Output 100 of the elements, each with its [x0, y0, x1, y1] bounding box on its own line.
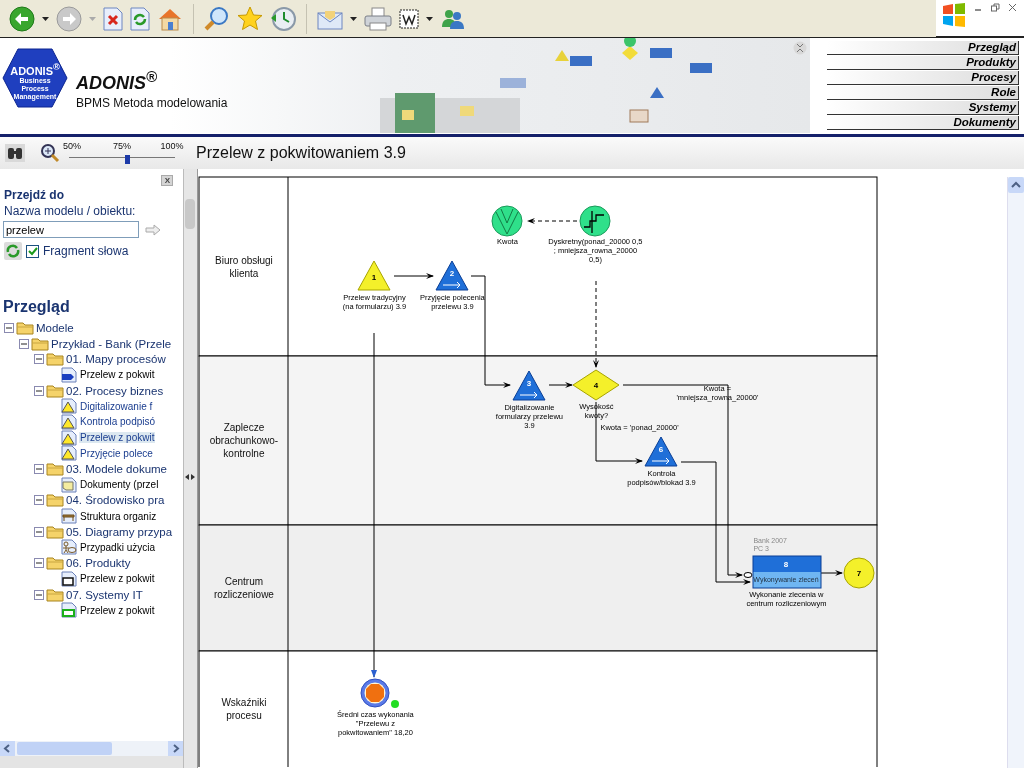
document-model-icon	[61, 476, 77, 493]
lane-label: Biuro obsługi klienta	[214, 253, 274, 280]
history-icon[interactable]	[270, 5, 296, 32]
scroll-right-icon[interactable]	[168, 741, 184, 756]
nav-tab[interactable]: Systemy	[827, 101, 1019, 115]
tree-model[interactable]: Kontrola podpisó	[79, 416, 157, 428]
scroll-left-icon[interactable]	[0, 741, 15, 756]
tree-model[interactable]: Dokumenty (przel	[79, 479, 160, 491]
close-icon[interactable]	[1008, 3, 1017, 12]
logo-text: ADONIS$^{®}$	[10, 62, 60, 77]
tree-folder[interactable]: 05. Diagramy przypa	[66, 525, 173, 538]
caret-icon[interactable]	[426, 16, 433, 21]
expander-icon[interactable]	[34, 354, 44, 365]
nav-tab[interactable]: Procesy	[827, 71, 1019, 85]
usecase-model-icon	[61, 539, 77, 556]
activity-triangle	[435, 260, 469, 291]
nav-tab[interactable]: Produkty	[827, 56, 1019, 70]
expander-icon[interactable]	[4, 322, 14, 333]
nav-tab[interactable]: Dokumenty	[827, 116, 1019, 130]
folder-icon	[46, 383, 64, 398]
binoculars-icon[interactable]	[5, 144, 25, 162]
horizontal-scrollbar[interactable]	[0, 741, 184, 756]
tree-folder[interactable]: Modele	[36, 321, 74, 334]
close-button[interactable]: X	[161, 175, 174, 186]
caret-icon[interactable]	[42, 16, 49, 21]
lane-label: Centrum rozliczeniowe	[212, 575, 275, 601]
tree-model[interactable]: Przelew z pokwit	[79, 604, 156, 616]
tree-model[interactable]: Przelew z pokwit	[79, 573, 156, 585]
expander-icon[interactable]	[34, 495, 44, 506]
tree-model[interactable]: Digitalizowanie f	[79, 400, 154, 412]
nav-tab[interactable]: Role	[827, 86, 1019, 100]
search-field[interactable]: przelew	[3, 221, 139, 238]
generator-node	[579, 205, 611, 237]
expander-icon[interactable]	[34, 385, 44, 396]
zoom-tick-label: 50%	[63, 141, 81, 151]
field-label: Nazwa modelu / obiektu:	[4, 204, 137, 218]
home-icon[interactable]	[157, 6, 183, 31]
tree-folder[interactable]: Przykład - Bank (Przele	[51, 337, 172, 350]
windows-logo-icon	[942, 3, 966, 27]
map-model-icon	[61, 366, 77, 383]
model-title: Przelew z pokwitowaniem 3.9	[196, 144, 406, 162]
back-icon[interactable]	[9, 5, 35, 32]
vertical-scrollbar[interactable]	[1007, 177, 1024, 768]
zoom-tick-label: 100%	[160, 141, 184, 151]
tree-model[interactable]: Przelew z pokwit	[79, 369, 156, 381]
expander-icon[interactable]	[34, 526, 44, 537]
scroll-up-icon[interactable]	[1008, 177, 1024, 193]
tree-folder[interactable]: 07. Systemy IT	[66, 588, 143, 601]
restore-icon[interactable]	[991, 3, 1000, 12]
expander-icon[interactable]	[34, 464, 44, 475]
fragment-checkbox[interactable]	[26, 244, 39, 258]
search-icon[interactable]	[204, 5, 230, 32]
tree-folder[interactable]: 02. Procesy biznes	[66, 384, 164, 397]
expander-icon[interactable]	[19, 338, 29, 349]
folder-icon	[16, 320, 34, 335]
process-model-icon	[61, 413, 77, 430]
folder-icon	[31, 336, 49, 351]
expander-icon[interactable]	[34, 589, 44, 600]
variable-node	[491, 205, 523, 237]
tree-model[interactable]: Struktura organiz	[79, 510, 158, 522]
start-triangle	[357, 260, 391, 291]
stop-icon[interactable]	[103, 6, 123, 31]
splitter-arrows-icon[interactable]	[185, 474, 196, 480]
tree-model[interactable]: Przypadki użycia	[79, 541, 157, 553]
goto-heading: Przejdź do	[4, 188, 65, 202]
tree-folder[interactable]: 01. Mapy procesów	[66, 353, 166, 366]
tree-folder[interactable]: 06. Produkty	[66, 557, 131, 570]
tree-folder[interactable]: 04. Środowisko pra	[66, 494, 165, 507]
refresh-icon[interactable]	[130, 6, 150, 31]
step-number: 7	[857, 569, 862, 578]
lane-label: Wskaźniki procesu	[220, 696, 268, 722]
indicator-ring	[360, 678, 390, 708]
scrollbar-thumb[interactable]	[185, 199, 196, 229]
overview-heading: Przegląd	[3, 298, 71, 316]
process-model-icon	[61, 445, 77, 462]
zoom-slider-thumb[interactable]	[125, 155, 131, 164]
zoom-icon[interactable]	[40, 143, 60, 163]
step-number: 3	[527, 379, 532, 388]
printer-icon[interactable]	[364, 6, 392, 31]
caret-icon[interactable]	[350, 16, 357, 21]
decision-diamond	[572, 369, 620, 401]
folder-icon	[46, 556, 64, 571]
go-arrow-icon[interactable]	[145, 223, 161, 236]
collapse-icon[interactable]	[793, 41, 807, 55]
folder-icon	[46, 524, 64, 539]
connector-port	[743, 572, 753, 578]
scrollbar-thumb[interactable]	[17, 742, 112, 755]
editor-icon[interactable]	[399, 8, 419, 29]
forward-icon[interactable]	[56, 5, 82, 32]
star-icon[interactable]	[237, 5, 263, 32]
tree-folder[interactable]: 03. Modele dokume	[66, 463, 167, 476]
app-subtitle: BPMS Metoda modelowania	[76, 96, 228, 110]
nav-tab[interactable]: Przegląd	[827, 41, 1019, 55]
process-model-icon	[61, 398, 77, 415]
step-number: 1	[372, 273, 377, 282]
tree-model[interactable]: Przyjęcie polece	[79, 447, 154, 459]
expander-icon[interactable]	[34, 558, 44, 569]
subprocess-box	[752, 555, 822, 589]
tree-model[interactable]: Przelew z pokwit	[79, 432, 156, 444]
connector	[548, 382, 574, 388]
